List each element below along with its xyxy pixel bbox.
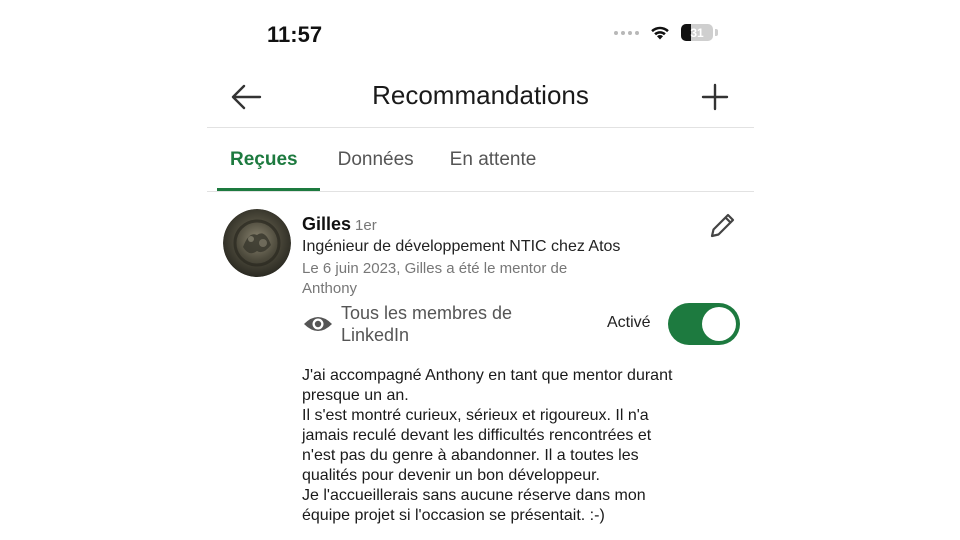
recommendation-line: jamais reculé devant les difficultés ren…: [302, 427, 652, 444]
status-time: 11:57: [267, 22, 323, 47]
connection-degree: 1er: [355, 217, 377, 234]
author-name-line: Gilles 1er: [302, 214, 377, 235]
page-title: Recommandations: [372, 80, 589, 110]
tab-en-attente[interactable]: En attente: [432, 129, 555, 191]
recommendation-line: presque un an.: [302, 387, 409, 404]
recommendation-line: qualités pour devenir un bon développeur…: [302, 467, 600, 484]
toggle-label: Activé: [607, 314, 651, 331]
recommendation-line: J'ai accompagné Anthony en tant que ment…: [302, 367, 673, 384]
plus-icon[interactable]: [698, 80, 732, 114]
recommendation-text: J'ai accompagné Anthony en tant que ment…: [302, 366, 732, 526]
tab-donnees[interactable]: Données: [320, 129, 432, 191]
battery-nub: [715, 29, 718, 36]
visibility-label: Tous les membres de LinkedIn: [341, 303, 513, 345]
recommendation-line: équipe projet si l'occasion se présentai…: [302, 507, 605, 524]
author-name[interactable]: Gilles: [302, 214, 351, 234]
tab-recues[interactable]: Reçues: [207, 129, 320, 191]
toggle-knob: [702, 307, 736, 341]
tabs-divider: [207, 191, 754, 192]
header-divider: [207, 127, 754, 128]
avatar[interactable]: [223, 209, 291, 277]
recommendation-line: Il s'est montré curieux, sérieux et rigo…: [302, 407, 649, 424]
tab-bar: Reçues Données En attente: [207, 129, 554, 191]
battery-percent: 31: [690, 25, 704, 40]
recommendation-meta: Le 6 juin 2023, Gilles a été le mentor d…: [302, 260, 568, 297]
avatar-image: [223, 209, 291, 277]
recommendation-line: Je l'accueillerais sans aucune réserve d…: [302, 487, 646, 504]
recommendation-line: n'est pas du genre à abandonner. Il a to…: [302, 447, 639, 464]
eye-icon: [304, 317, 332, 331]
visibility-toggle[interactable]: [668, 303, 740, 345]
status-indicators: 31: [614, 24, 718, 41]
battery-icon: 31: [681, 24, 713, 41]
author-headline: Ingénieur de développement NTIC chez Ato…: [302, 238, 621, 255]
app-screen: 11:57 31 Recommandations Reçues Données …: [207, 0, 754, 540]
signal-icon: [614, 30, 639, 35]
wifi-icon: [651, 26, 669, 40]
pencil-icon[interactable]: [704, 208, 740, 244]
